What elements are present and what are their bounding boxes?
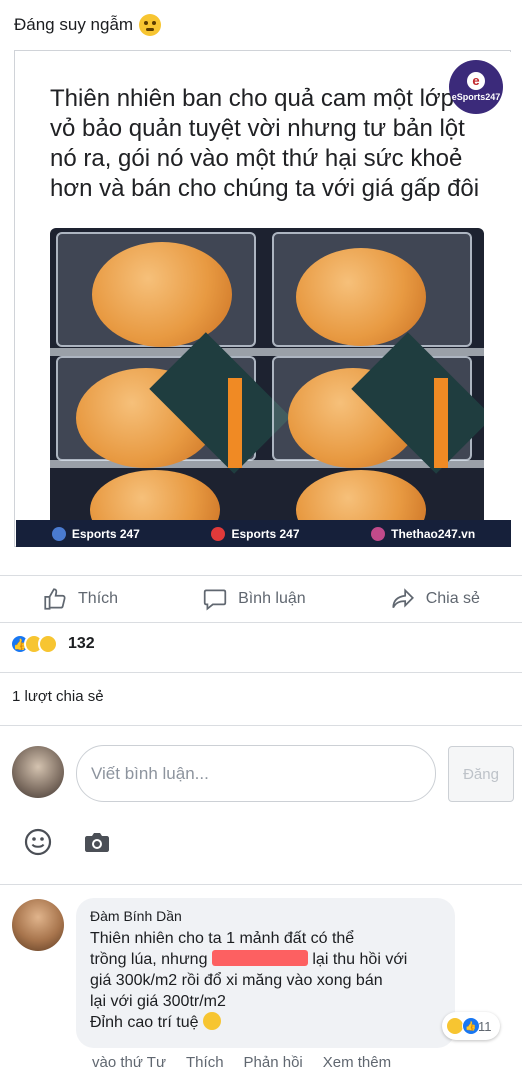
share-button[interactable]: Chia sẻ	[390, 586, 480, 612]
comment-bubble-icon	[203, 589, 227, 611]
thumbs-up-icon	[44, 588, 66, 610]
comment-more-button[interactable]: Xem thêm	[323, 1054, 391, 1071]
footer-item: Esports 247	[211, 526, 300, 541]
image-footer: Esports 247 Esports 247 Thethao247.vn	[16, 520, 511, 547]
comment-fragment: Đỉnh cao trí tuệ	[90, 1014, 199, 1031]
orange	[90, 470, 220, 520]
post-image[interactable]: Thiên nhiên ban cho quả cam một lớp vỏ b…	[14, 50, 511, 547]
post-comment-button[interactable]: Đăng	[448, 746, 514, 802]
share-arrow-icon	[392, 588, 414, 609]
comment-line: lại với giá 300tr/m2	[90, 993, 226, 1010]
comment-time[interactable]: vào thứ Tư	[92, 1054, 166, 1071]
comment-reactions[interactable]: 👍 11	[442, 1012, 500, 1040]
badge-text: eSports247	[451, 92, 501, 102]
comment-reply-button[interactable]: Phản hồi	[244, 1054, 303, 1071]
like-button[interactable]: Thích	[42, 586, 118, 612]
esports-logo-icon	[211, 526, 226, 541]
post-caption: Đáng suy ngẫm	[14, 14, 162, 36]
commenter-name[interactable]: Đàm Bính Dần	[90, 908, 441, 924]
oranges-photo	[50, 228, 484, 520]
reaction-count: 132	[68, 635, 95, 652]
thinking-face-icon	[139, 14, 162, 36]
emoji-icon[interactable]	[24, 828, 52, 856]
comment-placeholder: Viết bình luận...	[91, 763, 209, 783]
meme-text: Thiên nhiên ban cho quả cam một lớp vỏ b…	[50, 85, 480, 202]
comment-fragment: lại thu hồi với	[312, 951, 408, 968]
comment-like-button[interactable]: Thích	[186, 1054, 224, 1071]
label-stripe	[228, 378, 242, 468]
comment-label: Bình luận	[238, 590, 306, 607]
footer-item: Esports 247	[51, 526, 140, 541]
current-user-avatar	[12, 746, 64, 798]
like-label: Thích	[78, 590, 119, 607]
label-stripe	[434, 378, 448, 468]
camera-icon[interactable]	[84, 830, 110, 854]
comment-line: trồng lúa, nhưng lại thu hồi với	[90, 949, 441, 970]
reaction-summary[interactable]: 👍 132	[10, 634, 95, 654]
footer-label: Esports 247	[71, 526, 140, 541]
comment-line: Đỉnh cao trí tuệ	[90, 1012, 441, 1033]
thethao-logo-icon	[371, 526, 386, 541]
orange	[296, 248, 426, 346]
divider	[0, 672, 522, 673]
commenter-avatar[interactable]	[12, 899, 64, 951]
comment-line: Thiên nhiên cho ta 1 mảnh đất có thể	[90, 930, 355, 947]
comment-fragment: trồng lúa, nhưng	[90, 951, 208, 968]
share-label: Chia sẻ	[425, 590, 480, 607]
divider	[0, 725, 522, 726]
comment-button[interactable]: Bình luận	[202, 586, 306, 612]
upside-down-face-icon	[202, 1012, 221, 1030]
comment-input[interactable]: Viết bình luận...	[76, 745, 436, 802]
comment-reaction-count: 11	[478, 1018, 492, 1034]
post-action-bar: Thích Bình luận Chia sẻ	[0, 575, 522, 623]
image-frame: Thiên nhiên ban cho quả cam một lớp vỏ b…	[16, 52, 511, 547]
caption-text: Đáng suy ngẫm	[14, 15, 134, 34]
reaction-icons: 👍	[10, 634, 58, 654]
redaction-mark	[211, 950, 308, 966]
divider	[0, 884, 522, 885]
esports-globe-icon	[51, 526, 66, 541]
esports-badge-icon: e eSports247	[449, 60, 503, 114]
comment-line: giá 300k/m2 rồi đổ xi măng vào xong bán	[90, 972, 383, 989]
share-count[interactable]: 1 lượt chia sẻ	[12, 688, 104, 705]
footer-item: Thethao247.vn	[371, 526, 476, 541]
footer-label: Esports 247	[231, 526, 300, 541]
orange	[296, 470, 426, 520]
orange	[92, 242, 232, 347]
footer-label: Thethao247.vn	[391, 526, 476, 541]
comment-bubble: Đàm Bính Dần Thiên nhiên cho ta 1 mảnh đ…	[76, 898, 455, 1048]
comment-actions: vào thứ Tư Thích Phản hồi Xem thêm	[92, 1054, 391, 1071]
sad-reaction-icon	[38, 634, 58, 654]
comment-text: Thiên nhiên cho ta 1 mảnh đất có thể trồ…	[90, 928, 441, 1033]
